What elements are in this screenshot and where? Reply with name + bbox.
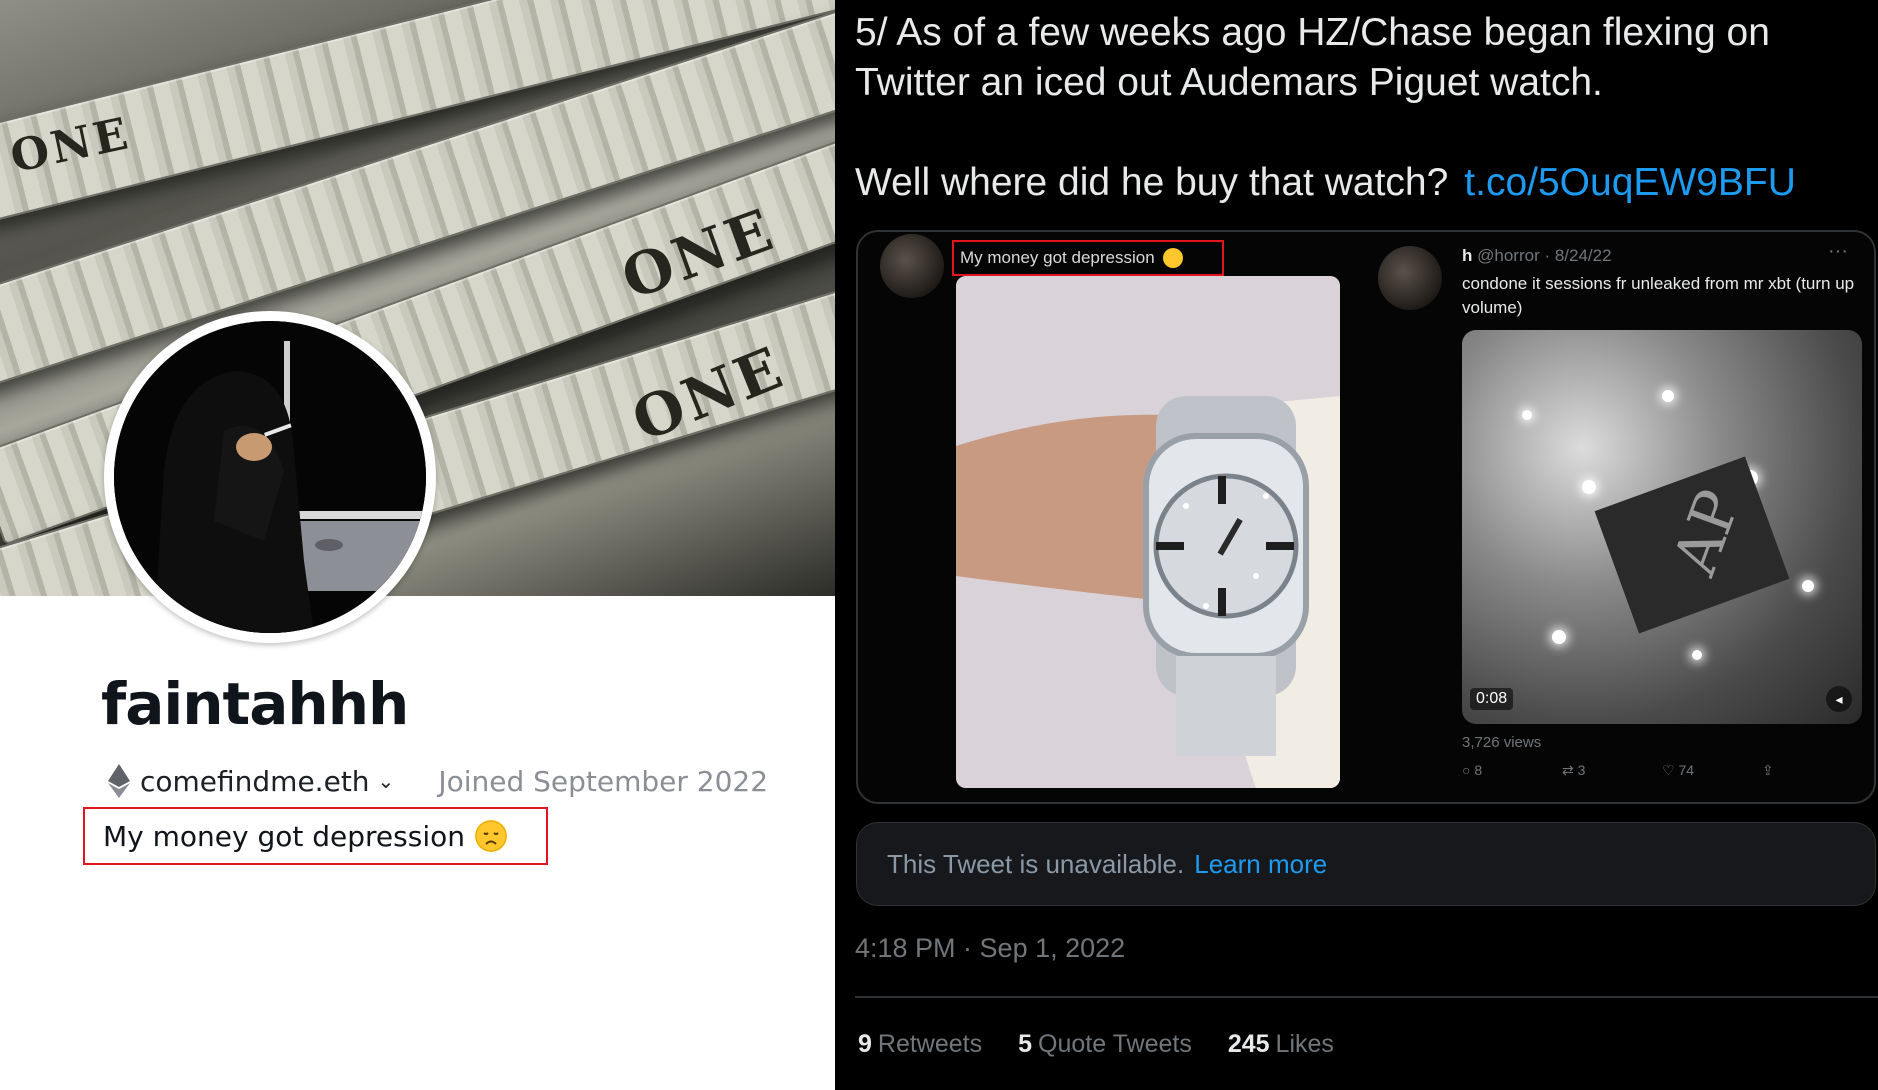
tweet-line-text: Well where did he buy that watch? [855,161,1449,204]
embedded-video: AP 0:08 ◂ [1462,330,1862,724]
avatar-photo [114,321,426,633]
tweet-panel: 5/ As of a few weeks ago HZ/Chase began … [835,0,1878,1090]
embedded-tweet-body: condone it sessions fr unleaked from mr … [1462,274,1855,317]
reply-icon: ○ [1462,762,1475,778]
joined-date: Joined September 2022 [438,764,769,798]
tweet-line: Well where did he buy that watch? t.co/5O… [855,158,1865,208]
retweets-count: 9 [858,1030,872,1058]
profile-meta-row: comefindme.eth ⌄ Joined September 2022 [108,760,768,802]
profile-avatar[interactable] [104,311,436,643]
tweet-line: 5/ As of a few weeks ago HZ/Chase began … [855,11,1770,54]
retweets-label: Retweets [877,1030,983,1058]
retweet-count: 3 [1577,762,1586,778]
heart-icon: ♡ [1662,762,1679,778]
unavailable-tweet-notice: This Tweet is unavailable. Learn more [856,822,1876,906]
bio-highlight-box: My money got depression [83,807,548,865]
reply-count: 8 [1474,762,1483,778]
embedded-handle-date: @horror · 8/24/22 [1477,246,1612,265]
avatar [880,234,944,298]
retweets-stat[interactable]: 9 Retweets [858,1030,982,1059]
video-duration: 0:08 [1470,688,1514,710]
retweet-action: ⇄ 3 [1562,762,1662,779]
display-name: faintahhh [101,670,409,738]
caption-highlight-box: My money got depression [952,240,1224,276]
quotes-label: Quote Tweets [1038,1030,1192,1058]
tweet-stats: 9 Retweets 5 Quote Tweets 245 Likes [858,1030,1370,1059]
reply-action: ○ 8 [1462,762,1562,779]
ens-name-link[interactable]: comefindme.eth [140,765,370,798]
view-count: 3,726 views [1462,734,1542,751]
disappointed-face-icon [1162,248,1183,268]
likes-label: Likes [1275,1030,1334,1058]
hooded-figure-image [114,321,426,633]
iced-watch-image [956,276,1340,788]
learn-more-link[interactable]: Learn more [1194,849,1327,880]
mute-icon[interactable]: ◂ [1826,686,1852,712]
avatar [1378,246,1442,310]
embedded-caption: My money got depression [960,248,1155,267]
divider [855,996,1878,998]
watch-photo [956,276,1340,788]
tweet-text: 5/ As of a few weeks ago HZ/Chase began … [855,8,1865,208]
retweet-icon: ⇄ [1562,762,1578,778]
likes-count: 245 [1227,1030,1270,1058]
profile-bio: My money got depression [103,819,465,853]
disappointed-face-icon [475,820,507,852]
tweet-blank-line [855,108,1865,158]
tweet-media-image[interactable]: My money got depression h @horror · 8/24… [856,230,1876,804]
embedded-tweet-header: h @horror · 8/24/22 [1462,246,1612,266]
unavailable-text: This Tweet is unavailable. [887,848,1185,879]
likes-stat[interactable]: 245 Likes [1228,1030,1334,1059]
more-options-icon: ··· [1828,240,1848,262]
embedded-actions: ○ 8 ⇄ 3 ♡ 74 ⇪ [1462,762,1862,779]
quote-tweets-stat[interactable]: 5 Quote Tweets [1018,1030,1192,1059]
quotes-count: 5 [1018,1030,1033,1058]
share-icon: ⇪ [1762,762,1774,778]
ethereum-icon [108,764,130,798]
tweet-line: Twitter an iced out Audemars Piguet watc… [855,61,1603,104]
tweet-link[interactable]: t.co/5OuqEW9BFU [1464,161,1796,204]
like-count: 74 [1678,762,1695,778]
tweet-timestamp[interactable]: 4:18 PM · Sep 1, 2022 [855,933,1125,964]
embedded-user-name: h [1462,246,1473,265]
like-action: ♡ 74 [1662,762,1762,779]
ap-logo-image: AP [1594,456,1790,634]
profile-panel: ONE ONE ONE faintahhh comefindme.eth ⌄ J… [0,0,835,1090]
chevron-down-icon[interactable]: ⌄ [378,769,395,793]
